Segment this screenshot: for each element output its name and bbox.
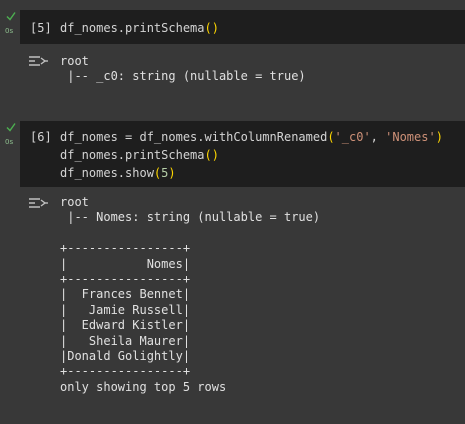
- code-token: df_nomes = df_nomes.withColumnRenamed: [60, 130, 328, 144]
- output-line: |Donald Golightly|: [60, 348, 191, 363]
- code-line: df_nomes = df_nomes.withColumnRenamed('_…: [60, 128, 443, 146]
- output-line: only showing top 5 rows: [60, 379, 227, 394]
- code-editor[interactable]: [6] df_nomes = df_nomes.withColumnRename…: [20, 121, 465, 187]
- output-line: +----------------+: [60, 241, 191, 256]
- check-icon: [6, 12, 16, 21]
- code-token: '_c0': [334, 130, 371, 144]
- output-line: | Nomes|: [60, 256, 191, 271]
- code-token: ): [435, 130, 443, 144]
- code-token: df_nomes.show: [60, 166, 154, 180]
- output-icon[interactable]: [28, 54, 50, 68]
- output-line: | Jamie Russell|: [60, 302, 191, 317]
- code-token: (): [204, 148, 219, 162]
- code-token: ,: [370, 130, 386, 144]
- output-line: +----------------+: [60, 364, 191, 379]
- output-line: | Sheila Maurer|: [60, 333, 191, 348]
- cell-output: root |-- Nomes: string (nullable = true)…: [60, 195, 320, 395]
- code-cell-6[interactable]: 0s [6] df_nomes = df_nomes.withColumnRen…: [0, 121, 465, 424]
- output-icon[interactable]: [28, 196, 50, 210]
- code-lines: df_nomes.printSchema(): [60, 19, 219, 37]
- code-token: (: [327, 130, 335, 144]
- output-line: |-- _c0: string (nullable = true): [60, 69, 306, 84]
- execution-time: 0s: [5, 138, 14, 146]
- execution-time: 0s: [5, 27, 14, 35]
- code-line: df_nomes.printSchema(): [60, 19, 219, 37]
- code-line: df_nomes.show(5): [60, 164, 443, 182]
- code-token: (): [204, 21, 219, 35]
- execution-count: [5]: [30, 21, 52, 35]
- output-line: root: [60, 195, 89, 209]
- code-token: df_nomes.printSchema: [60, 21, 205, 35]
- execution-count: [6]: [30, 130, 52, 144]
- code-token: ): [168, 166, 176, 180]
- cell-output: root |-- _c0: string (nullable = true): [60, 54, 306, 85]
- output-line: root: [60, 54, 89, 68]
- code-editor[interactable]: [5] df_nomes.printSchema(): [20, 10, 465, 44]
- output-line: | Frances Bennet|: [60, 287, 191, 302]
- output-line: |-- Nomes: string (nullable = true): [60, 210, 321, 225]
- code-lines: df_nomes = df_nomes.withColumnRenamed('_…: [60, 128, 443, 182]
- code-line: df_nomes.printSchema(): [60, 146, 443, 164]
- output-line: | Edward Kistler|: [60, 318, 191, 333]
- code-token: df_nomes.printSchema: [60, 148, 205, 162]
- output-line: +----------------+: [60, 271, 191, 286]
- check-icon: [6, 123, 16, 132]
- code-cell-5[interactable]: 0s [5] df_nomes.printSchema() root |-- _…: [0, 10, 465, 90]
- code-token: 'Nomes': [385, 130, 436, 144]
